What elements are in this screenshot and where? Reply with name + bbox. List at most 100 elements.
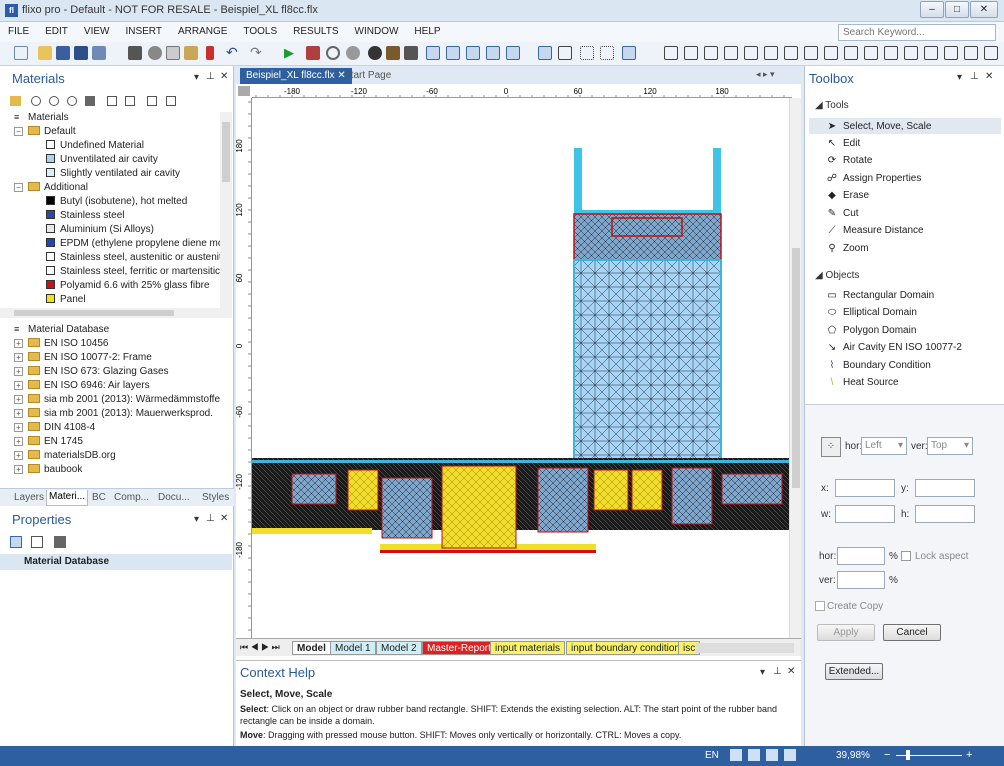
menu-view[interactable]: VIEW [76, 22, 118, 37]
rotate-left-icon[interactable] [904, 46, 918, 60]
menu-file[interactable]: FILE [0, 22, 37, 37]
tab-start-page[interactable]: Start Page [344, 70, 391, 81]
menu-edit[interactable]: EDIT [37, 22, 76, 37]
object-heat-source[interactable]: \ Heat Source [825, 377, 899, 393]
tab-bc[interactable]: BC [92, 492, 106, 503]
expand-icon[interactable]: + [14, 465, 23, 474]
panel-dropdown-icon[interactable]: ▾ [194, 72, 199, 83]
group-icon[interactable] [784, 46, 798, 60]
categorized-icon[interactable] [10, 536, 22, 548]
tool-rotate[interactable]: ⟳ Rotate [825, 155, 873, 171]
export-icon[interactable] [92, 46, 106, 60]
alphabetical-icon[interactable] [31, 536, 44, 548]
object-boundary[interactable]: ⌇ Boundary Condition [825, 360, 931, 376]
pin-icon[interactable]: ⊥ [206, 513, 215, 524]
material-item[interactable]: Panel [46, 294, 86, 308]
zoom-slider-thumb[interactable] [906, 750, 910, 760]
settings-gear-icon[interactable] [368, 46, 382, 60]
database-item[interactable]: + sia mb 2001 (2013): Mauerwerksprod. [14, 408, 213, 422]
menu-insert[interactable]: INSERT [117, 22, 170, 37]
tool-select[interactable]: ➤ Select, Move, Scale [825, 121, 932, 137]
hor-select[interactable]: Left ▾ [861, 437, 907, 455]
ungroup-icon[interactable] [804, 46, 818, 60]
tab-active-document[interactable]: Beispiel_XL fl8cc.flx ✕ [240, 68, 352, 84]
additional-group[interactable]: − Additional [14, 182, 88, 196]
align4-icon[interactable] [724, 46, 738, 60]
tool-erase[interactable]: ◆ Erase [825, 190, 869, 206]
x-input[interactable] [835, 479, 895, 497]
wrench-icon[interactable] [54, 536, 67, 548]
new-icon[interactable] [14, 46, 28, 60]
tab-documents[interactable]: Docu... [158, 492, 190, 503]
align6-icon[interactable] [764, 46, 778, 60]
canvas-vscroll[interactable] [789, 98, 801, 638]
minimize-button[interactable]: – [920, 1, 944, 18]
grid1-icon[interactable] [538, 46, 552, 60]
zoom-in-icon[interactable]: + [966, 749, 972, 761]
cancel-button[interactable]: Cancel [883, 624, 941, 641]
view3-icon[interactable] [466, 46, 480, 60]
database-item[interactable]: + EN ISO 10456 [14, 338, 108, 352]
sheet-input-materials[interactable]: input materials [490, 641, 566, 655]
tab-materials[interactable]: Materi... [46, 490, 89, 506]
materials-vscroll[interactable] [220, 112, 232, 308]
cut-icon[interactable] [148, 46, 162, 60]
material-item[interactable]: Unventilated air cavity [46, 154, 158, 168]
view1-icon[interactable] [426, 46, 440, 60]
paste-icon[interactable] [184, 46, 198, 60]
database-item[interactable]: + EN ISO 673: Glazing Gases [14, 366, 169, 380]
align3-icon[interactable] [704, 46, 718, 60]
menu-tools[interactable]: TOOLS [235, 22, 285, 37]
zoom-page-icon[interactable] [748, 749, 760, 761]
snap-icon[interactable] [622, 46, 636, 60]
y-input[interactable] [915, 479, 975, 497]
material-item[interactable]: Polyamid 6.6 with 25% glass fibre [46, 280, 210, 294]
pin-icon[interactable]: ⊥ [773, 666, 782, 677]
scale-hor-input[interactable] [837, 547, 885, 565]
panel-dropdown-icon[interactable]: ▾ [760, 667, 765, 678]
default-group[interactable]: − Default [14, 126, 76, 140]
material-item[interactable]: EPDM (ethylene propylene diene mon [46, 238, 220, 252]
close-panel-icon[interactable]: ✕ [985, 71, 993, 82]
tool-cut[interactable]: ✎ Cut [825, 208, 859, 224]
close-button[interactable]: ✕ [970, 1, 998, 18]
materials-root[interactable]: ≡ Materials [14, 112, 69, 126]
apply-button[interactable]: Apply [817, 624, 875, 641]
tool-edit[interactable]: ↖ Edit [825, 138, 860, 154]
view2-icon[interactable] [446, 46, 460, 60]
close-panel-icon[interactable]: ✕ [220, 513, 228, 524]
export-icon[interactable] [165, 96, 176, 106]
object-rectangle[interactable]: ▭ Rectangular Domain [825, 290, 934, 306]
sheet-master-report[interactable]: Master-Report [422, 641, 496, 655]
grid3-icon[interactable] [580, 46, 594, 60]
tool-assign[interactable]: ☍ Assign Properties [825, 173, 921, 189]
sheet-model-1[interactable]: Model 1 [330, 641, 376, 655]
menu-results[interactable]: RESULTS [285, 22, 346, 37]
print-icon[interactable] [128, 46, 142, 60]
folder-icon[interactable] [10, 96, 21, 106]
run-icon[interactable]: ▶ [284, 46, 298, 60]
delete-icon[interactable] [206, 46, 214, 60]
wrench-icon[interactable] [404, 46, 418, 60]
view5-icon[interactable] [506, 46, 520, 60]
database-item[interactable]: + sia mb 2001 (2013): Wärmedämmstoffe [14, 394, 220, 408]
add-material-icon[interactable] [31, 96, 42, 106]
material-item[interactable]: Stainless steel, austenitic or austeniti… [46, 252, 220, 266]
open-icon[interactable] [38, 46, 52, 60]
zoom-area-icon[interactable] [784, 749, 796, 761]
zoom-out-icon[interactable]: − [884, 749, 890, 761]
drawing-canvas[interactable] [252, 98, 789, 638]
menu-arrange[interactable]: ARRANGE [170, 22, 235, 37]
expand-icon[interactable]: + [14, 381, 23, 390]
flip-h-icon[interactable] [864, 46, 878, 60]
align5-icon[interactable] [744, 46, 758, 60]
scroll-thumb[interactable] [792, 248, 800, 488]
order-icon[interactable] [984, 46, 998, 60]
expand-icon[interactable]: + [14, 423, 23, 432]
front-icon[interactable] [824, 46, 838, 60]
grid4-icon[interactable] [600, 46, 614, 60]
sheet-model-2[interactable]: Model 2 [376, 641, 422, 655]
sheet-nav-icon[interactable]: ⏮ ◀ ▶ ⏭ [240, 642, 280, 653]
pin-icon[interactable]: ⊥ [206, 71, 215, 82]
material-item[interactable]: Stainless steel, ferritic or martensitic [46, 266, 220, 280]
